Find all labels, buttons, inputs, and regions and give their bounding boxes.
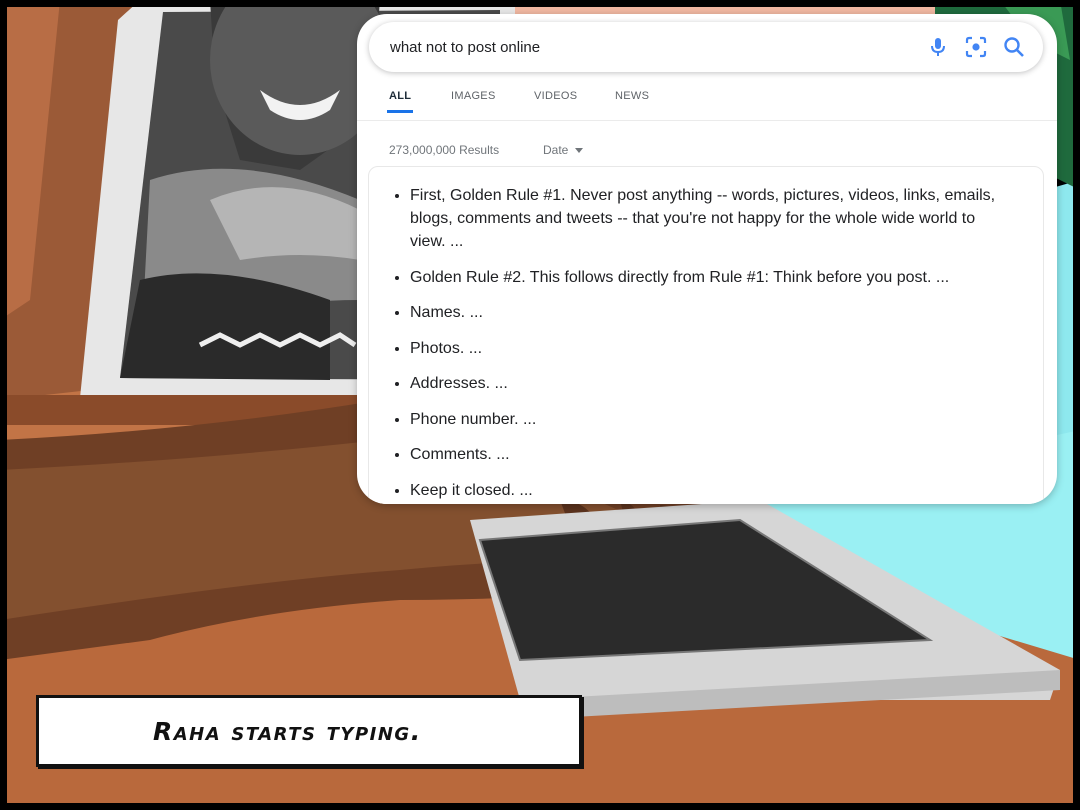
- list-item: Addresses. ...: [410, 372, 1043, 395]
- lens-icon[interactable]: [957, 28, 995, 66]
- date-filter-dropdown[interactable]: Date: [543, 143, 584, 157]
- search-tabs: ALL IMAGES VIDEOS NEWS: [357, 90, 1057, 121]
- tab-news[interactable]: NEWS: [615, 90, 649, 112]
- list-item: First, Golden Rule #1. Never post anythi…: [410, 184, 1043, 253]
- caret-down-icon: [575, 148, 584, 154]
- search-icon[interactable]: [995, 28, 1033, 66]
- tab-videos[interactable]: VIDEOS: [534, 90, 577, 112]
- list-item: Golden Rule #2. This follows directly fr…: [410, 266, 1043, 289]
- caption-text: Raha starts typing.: [153, 716, 422, 746]
- date-filter-label: Date: [543, 143, 569, 157]
- comic-panel: what not to post online ALL IMAGES VIDEO…: [0, 0, 1080, 810]
- search-results-card: what not to post online ALL IMAGES VIDEO…: [357, 14, 1057, 504]
- tab-all[interactable]: ALL: [386, 90, 414, 113]
- search-input[interactable]: what not to post online: [369, 39, 919, 56]
- featured-snippet: First, Golden Rule #1. Never post anythi…: [368, 166, 1044, 504]
- list-item: Comments. ...: [410, 443, 1043, 466]
- tab-images[interactable]: IMAGES: [451, 90, 496, 112]
- list-item: Photos. ...: [410, 337, 1043, 360]
- list-item: Keep it closed. ...: [410, 479, 1043, 502]
- snippet-list: First, Golden Rule #1. Never post anythi…: [369, 167, 1043, 502]
- comic-caption: Raha starts typing.: [36, 695, 582, 767]
- search-bar[interactable]: what not to post online: [369, 22, 1043, 72]
- mic-icon[interactable]: [919, 28, 957, 66]
- results-count: 273,000,000 Results: [389, 143, 500, 157]
- list-item: Names. ...: [410, 301, 1043, 324]
- list-item: Phone number. ...: [410, 408, 1043, 431]
